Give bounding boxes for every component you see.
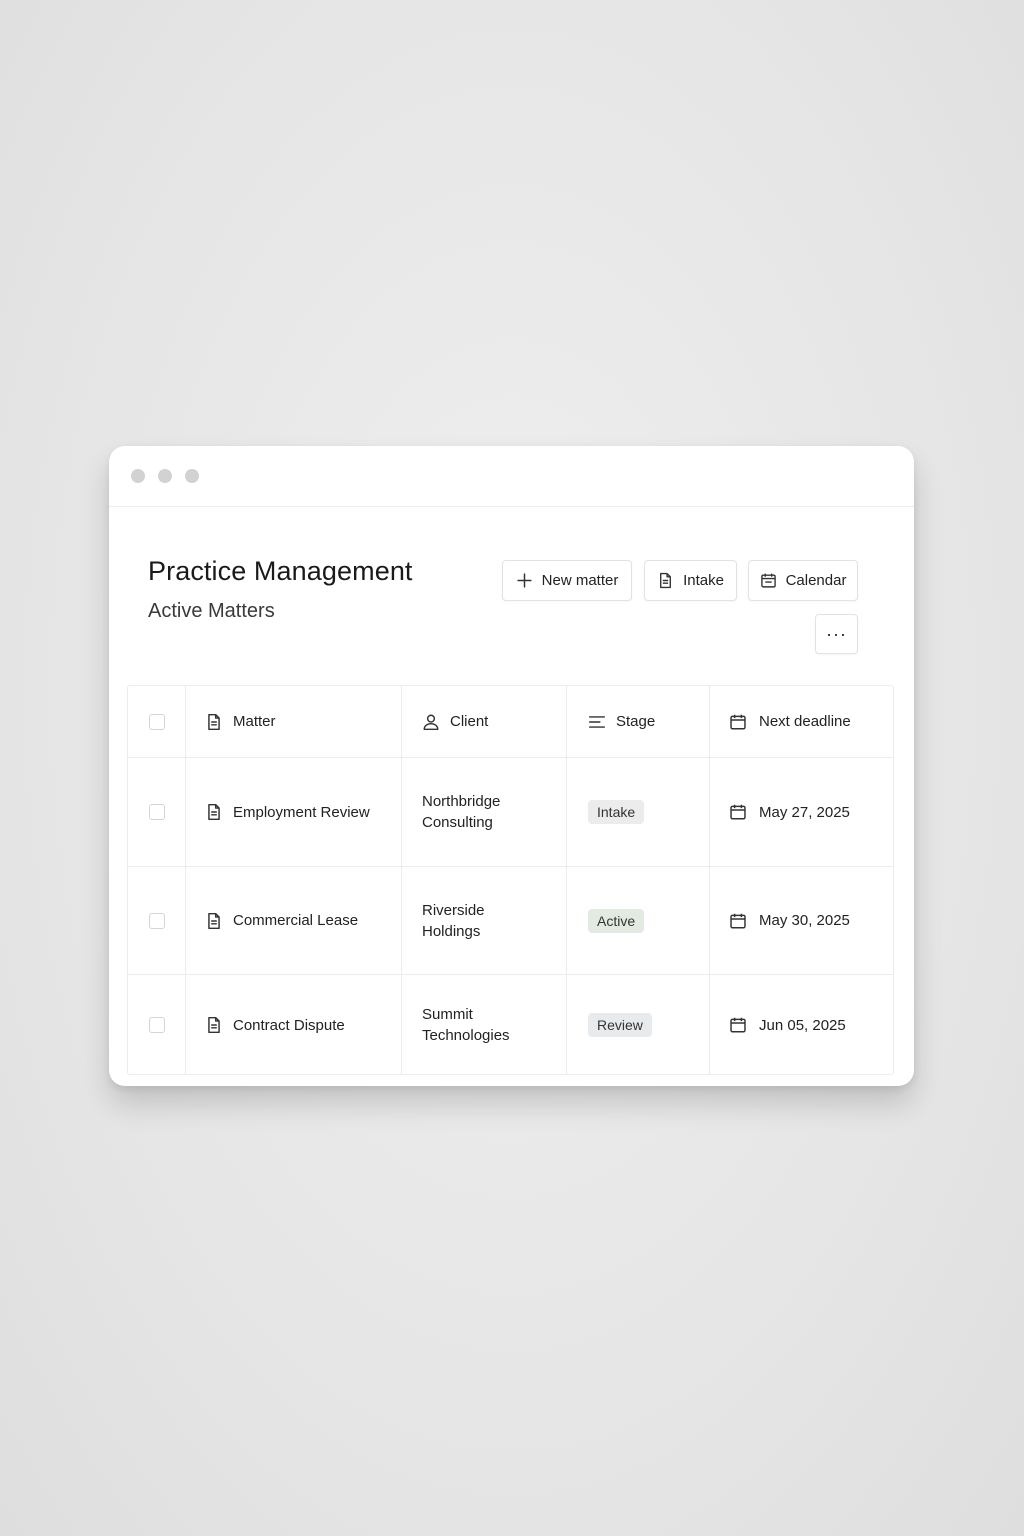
window-minimize-dot[interactable]: [158, 469, 172, 483]
window-close-dot[interactable]: [131, 469, 145, 483]
user-icon: [423, 714, 439, 730]
header-select-cell: [128, 686, 186, 757]
row-select-cell: [128, 867, 186, 974]
document-icon: [660, 572, 672, 589]
app-window: Practice Management Active Matters New m…: [109, 446, 914, 1086]
document-icon: [208, 912, 220, 929]
row-select-cell: [128, 975, 186, 1075]
deadline-cell: May 27, 2025: [710, 758, 893, 866]
stage-cell: Active: [567, 867, 710, 974]
more-horizontal-icon: ···: [826, 623, 847, 644]
table-row[interactable]: Commercial Lease Riverside Holdings Acti…: [128, 867, 893, 975]
calendar-icon: [730, 804, 746, 820]
client-cell: Riverside Holdings: [402, 867, 567, 974]
stage-badge: Intake: [588, 800, 645, 824]
more-options-button[interactable]: ···: [815, 614, 858, 654]
deadline-date: Jun 05, 2025: [759, 1016, 846, 1034]
client-name: Summit Technologies: [422, 1006, 510, 1044]
row-checkbox[interactable]: [148, 804, 165, 820]
row-select-cell: [128, 758, 186, 866]
matter-cell[interactable]: Commercial Lease: [186, 867, 402, 974]
page-title: Practice Management: [148, 556, 413, 586]
calendar-icon: [730, 1017, 746, 1033]
header-stage-label: Stage: [616, 713, 656, 730]
plus-icon: [517, 573, 532, 588]
matter-name: Contract Dispute: [233, 1016, 345, 1034]
deadline-date: May 30, 2025: [759, 912, 850, 929]
client-name: Northbridge Consulting: [422, 793, 501, 831]
row-checkbox[interactable]: [148, 912, 165, 929]
table-row[interactable]: Employment Review Northbridge Consulting…: [128, 758, 893, 867]
stage-cell: Intake: [567, 758, 710, 866]
calendar-icon: [760, 573, 776, 588]
deadline-cell: May 30, 2025: [710, 867, 893, 974]
select-all-checkbox[interactable]: [148, 713, 165, 730]
calendar-icon: [730, 714, 746, 729]
calendar-label: Calendar: [785, 572, 847, 589]
header-client[interactable]: Client: [402, 686, 567, 757]
calendar-button[interactable]: Calendar: [748, 560, 858, 601]
intake-label: Intake: [683, 572, 724, 589]
align-left-icon: [588, 715, 606, 728]
header-client-label: Client: [450, 713, 489, 730]
page-subtitle: Active Matters: [148, 600, 275, 622]
stage-badge: Active: [588, 908, 645, 933]
matter-cell[interactable]: Contract Dispute: [186, 975, 402, 1075]
window-maximize-dot[interactable]: [185, 469, 199, 483]
new-matter-button[interactable]: New matter: [502, 560, 632, 601]
client-cell: Summit Technologies: [402, 975, 567, 1075]
matters-table: Matter Client Stage Next deadline Employ…: [127, 685, 894, 1075]
document-icon: [208, 713, 220, 730]
table-row[interactable]: Contract Dispute Summit Technologies Rev…: [128, 975, 893, 1075]
intake-button[interactable]: Intake: [644, 560, 737, 601]
document-icon: [208, 1016, 220, 1034]
new-matter-label: New matter: [541, 572, 619, 589]
header-matter-label: Matter: [233, 713, 276, 730]
header-stage[interactable]: Stage: [567, 686, 710, 757]
calendar-icon: [730, 913, 746, 928]
window-titlebar: [109, 446, 914, 507]
matter-name: Commercial Lease: [233, 912, 359, 929]
table-header-row: Matter Client Stage Next deadline: [128, 686, 893, 758]
client-name: Riverside Holdings: [422, 901, 485, 940]
deadline-date: May 27, 2025: [759, 803, 850, 821]
header-deadline-label: Next deadline: [759, 713, 851, 730]
row-checkbox[interactable]: [148, 1017, 165, 1033]
document-icon: [208, 803, 220, 821]
client-cell: Northbridge Consulting: [402, 758, 567, 866]
matter-cell[interactable]: Employment Review: [186, 758, 402, 866]
matter-name: Employment Review: [233, 803, 370, 821]
stage-badge: Review: [588, 1013, 652, 1037]
header-deadline[interactable]: Next deadline: [710, 686, 893, 757]
stage-cell: Review: [567, 975, 710, 1075]
header-matter[interactable]: Matter: [186, 686, 402, 757]
deadline-cell: Jun 05, 2025: [710, 975, 893, 1075]
